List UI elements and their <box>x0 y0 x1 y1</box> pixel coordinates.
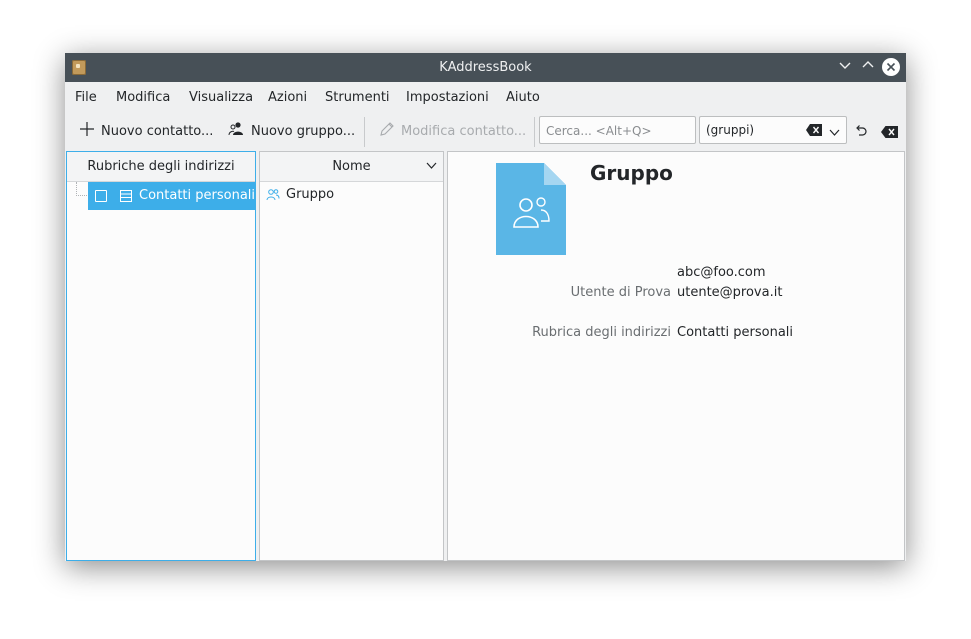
filter-combobox[interactable]: (gruppi) <box>699 116 847 144</box>
toolbar-separator <box>364 117 365 147</box>
title-bar[interactable]: KAddressBook <box>65 53 906 82</box>
toolbar-separator <box>534 117 535 147</box>
menu-impostazioni[interactable]: Impostazioni <box>406 90 489 105</box>
minimize-icon[interactable] <box>836 58 854 76</box>
contact-group-document-icon <box>496 163 566 259</box>
add-group-icon <box>228 121 251 141</box>
member-email[interactable]: utente@prova.it <box>677 285 782 300</box>
address-book-field-value: Contatti personali <box>677 325 794 340</box>
sort-chevron-icon[interactable] <box>426 152 437 181</box>
chevron-down-icon[interactable] <box>829 126 840 141</box>
address-book-field-label: Rubrica degli indirizzi <box>532 325 671 340</box>
kaddressbook-window: KAddressBook File Modifica Visualizza Az… <box>65 53 906 561</box>
menu-file[interactable]: File <box>75 90 97 105</box>
member-email[interactable]: abc@foo.com <box>677 265 766 280</box>
address-book-item[interactable]: Contatti personali <box>88 182 256 210</box>
clear-search-icon[interactable] <box>881 126 898 142</box>
menu-aiuto[interactable]: Aiuto <box>506 90 540 105</box>
menu-bar: File Modifica Visualizza Azioni Strument… <box>65 82 906 112</box>
clear-filter-icon[interactable] <box>806 124 822 140</box>
new-contact-label: Nuovo contatto... <box>101 123 214 139</box>
address-book-label: Contatti personali <box>139 188 256 203</box>
search-field[interactable] <box>539 116 696 144</box>
address-books-header[interactable]: Rubriche degli indirizzi <box>67 152 255 182</box>
address-books-panel[interactable]: Rubriche degli indirizzi Contatti person… <box>66 151 256 561</box>
contact-list-label: Gruppo <box>286 187 335 202</box>
menu-visualizza[interactable]: Visualizza <box>189 90 253 105</box>
filter-value: (gruppi) <box>706 123 755 137</box>
contact-details-panel: Gruppo abc@foo.com Utente di Prova utent… <box>447 151 905 561</box>
contact-name: Gruppo <box>590 161 673 185</box>
menu-azioni[interactable]: Azioni <box>268 90 307 105</box>
menu-strumenti[interactable]: Strumenti <box>325 90 390 105</box>
name-column-header[interactable]: Nome <box>260 152 443 182</box>
pencil-icon <box>379 121 401 141</box>
group-icon <box>266 188 280 205</box>
search-input[interactable] <box>546 122 686 139</box>
edit-contact-button[interactable]: Modifica contatto... <box>379 122 526 140</box>
address-book-checkbox[interactable] <box>95 190 107 202</box>
address-book-icon <box>120 190 132 206</box>
contact-list-panel[interactable]: Nome Gruppo <box>259 151 444 561</box>
plus-icon <box>79 121 101 141</box>
edit-contact-label: Modifica contatto... <box>401 123 527 139</box>
name-column-label: Nome <box>332 159 371 174</box>
main-toolbar: Nuovo contatto... Nuovo gruppo... Modifi… <box>65 112 906 150</box>
undo-icon[interactable] <box>854 125 868 143</box>
window-title: KAddressBook <box>439 60 532 75</box>
new-group-label: Nuovo gruppo... <box>251 123 356 139</box>
new-group-button[interactable]: Nuovo gruppo... <box>228 122 355 140</box>
member-name: Utente di Prova <box>570 285 671 300</box>
new-contact-button[interactable]: Nuovo contatto... <box>79 122 213 140</box>
close-icon[interactable] <box>882 58 900 76</box>
menu-modifica[interactable]: Modifica <box>116 90 170 105</box>
maximize-icon[interactable] <box>859 58 877 76</box>
contact-list-item[interactable]: Gruppo <box>260 182 443 208</box>
